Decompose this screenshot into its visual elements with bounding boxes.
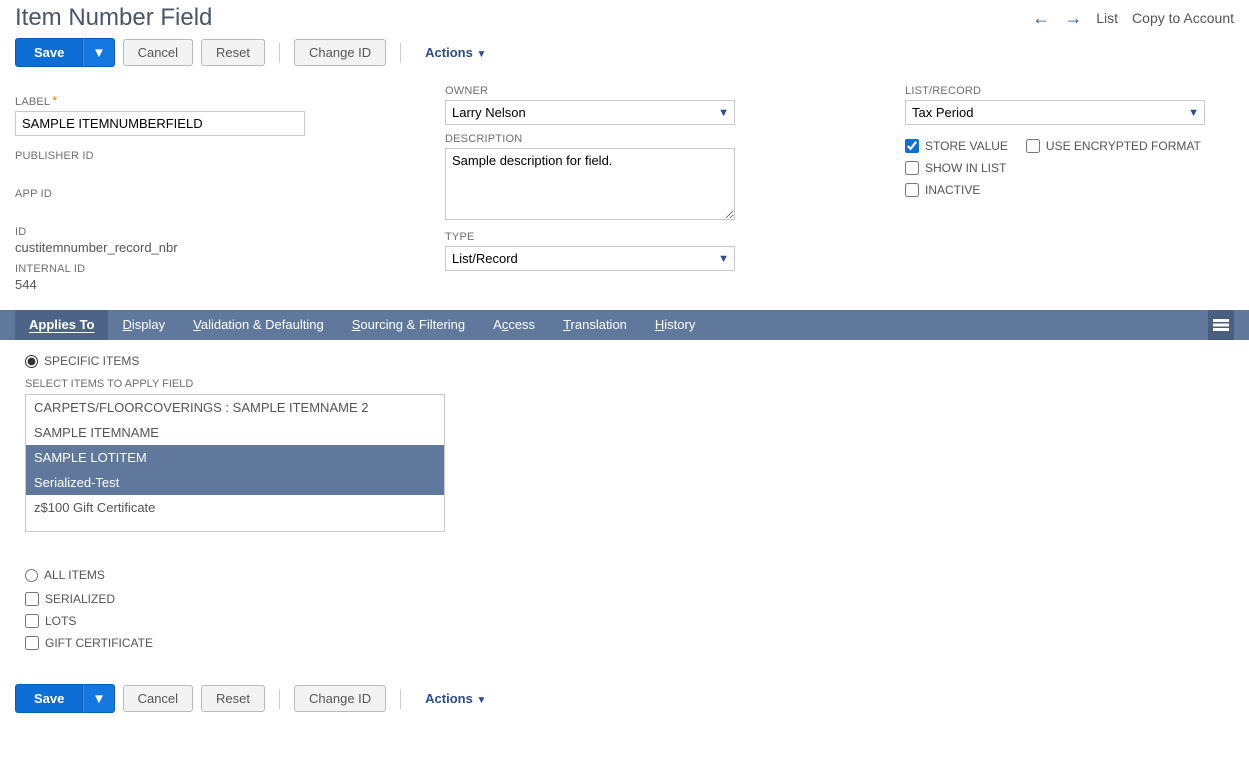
gift-certificate-checkbox[interactable] (25, 636, 39, 650)
tab-validation[interactable]: Validation & Defaulting (179, 310, 338, 340)
label-field-label: LABEL* (15, 93, 305, 108)
tab-layout-icon[interactable] (1208, 310, 1234, 340)
top-nav: ← → List Copy to Account (1032, 8, 1234, 29)
save-dropdown-button-bottom[interactable]: ▼ (83, 684, 114, 713)
id-label: ID (15, 226, 305, 238)
select-items-label: SELECT ITEMS TO APPLY FIELD (25, 378, 1224, 390)
reset-button-bottom[interactable]: Reset (201, 685, 265, 712)
list-record-select[interactable]: Tax Period (905, 100, 1205, 125)
save-dropdown-button[interactable]: ▼ (83, 38, 114, 67)
inactive-label: INACTIVE (925, 183, 980, 197)
multiselect-option[interactable]: SAMPLE LOTITEM (26, 445, 444, 470)
multiselect-option[interactable]: CARPETS/FLOORCOVERINGS : SAMPLE ITEMNAME… (26, 395, 444, 420)
actions-menu[interactable]: Actions ▼ (415, 45, 486, 60)
save-button[interactable]: Save (15, 38, 83, 67)
serialized-checkbox[interactable] (25, 592, 39, 606)
store-value-checkbox[interactable] (905, 139, 919, 153)
tab-translation[interactable]: Translation (549, 310, 641, 340)
multiselect-option[interactable]: Serialized-Test (26, 470, 444, 495)
tab-access[interactable]: Access (479, 310, 549, 340)
cancel-button-bottom[interactable]: Cancel (123, 685, 193, 712)
change-id-button-bottom[interactable]: Change ID (294, 685, 386, 712)
actions-menu-bottom[interactable]: Actions ▼ (415, 691, 486, 706)
forward-arrow-icon[interactable]: → (1064, 8, 1082, 29)
copy-to-account-link[interactable]: Copy to Account (1132, 10, 1234, 26)
tab-history[interactable]: History (641, 310, 709, 340)
store-value-label: STORE VALUE (925, 139, 1008, 153)
tab-bar: Applies To Display Validation & Defaulti… (0, 310, 1249, 340)
app-id-label: APP ID (15, 188, 305, 200)
description-label: DESCRIPTION (445, 133, 735, 145)
top-button-row: Save ▼ Cancel Reset Change ID Actions ▼ (15, 38, 1234, 67)
divider (400, 689, 401, 709)
list-link[interactable]: List (1096, 10, 1118, 26)
divider (279, 689, 280, 709)
page-title: Item Number Field (15, 4, 212, 32)
reset-button[interactable]: Reset (201, 39, 265, 66)
gift-certificate-label: GIFT CERTIFICATE (45, 636, 153, 650)
change-id-button[interactable]: Change ID (294, 39, 386, 66)
caret-down-icon: ▼ (476, 695, 486, 706)
bottom-button-row: Save ▼ Cancel Reset Change ID Actions ▼ (15, 684, 1234, 713)
multiselect-option[interactable]: z$100 Gift Certificate (26, 495, 444, 520)
show-in-list-label: SHOW IN LIST (925, 161, 1006, 175)
type-label: TYPE (445, 231, 735, 243)
lots-checkbox[interactable] (25, 614, 39, 628)
back-arrow-icon[interactable]: ← (1032, 8, 1050, 29)
inactive-checkbox[interactable] (905, 183, 919, 197)
owner-label: OWNER (445, 85, 735, 97)
specific-items-radio[interactable] (25, 355, 38, 368)
divider (279, 43, 280, 63)
multiselect-option[interactable]: SAMPLE ITEMNAME (26, 420, 444, 445)
divider (400, 43, 401, 63)
internal-id-label: INTERNAL ID (15, 263, 305, 275)
internal-id-value: 544 (15, 277, 305, 292)
type-select[interactable]: List/Record (445, 246, 735, 271)
encrypted-checkbox[interactable] (1026, 139, 1040, 153)
publisher-id-label: PUBLISHER ID (15, 150, 305, 162)
owner-select[interactable]: Larry Nelson (445, 100, 735, 125)
all-items-radio[interactable] (25, 569, 38, 582)
tab-sourcing[interactable]: Sourcing & Filtering (338, 310, 479, 340)
specific-items-label: SPECIFIC ITEMS (44, 354, 139, 368)
show-in-list-checkbox[interactable] (905, 161, 919, 175)
id-value: custitemnumber_record_nbr (15, 240, 305, 255)
list-record-label: LIST/RECORD (905, 85, 1205, 97)
lots-label: LOTS (45, 614, 76, 628)
label-input[interactable] (15, 111, 305, 136)
tab-applies-to[interactable]: Applies To (15, 310, 108, 340)
items-multiselect[interactable]: CARPETS/FLOORCOVERINGS : SAMPLE ITEMNAME… (25, 394, 445, 532)
save-button-bottom[interactable]: Save (15, 684, 83, 713)
all-items-label: ALL ITEMS (44, 568, 105, 582)
tab-display[interactable]: Display (108, 310, 179, 340)
caret-down-icon: ▼ (476, 49, 486, 60)
serialized-label: SERIALIZED (45, 592, 115, 606)
description-textarea[interactable]: Sample description for field. (445, 148, 735, 220)
cancel-button[interactable]: Cancel (123, 39, 193, 66)
encrypted-label: USE ENCRYPTED FORMAT (1046, 139, 1201, 153)
